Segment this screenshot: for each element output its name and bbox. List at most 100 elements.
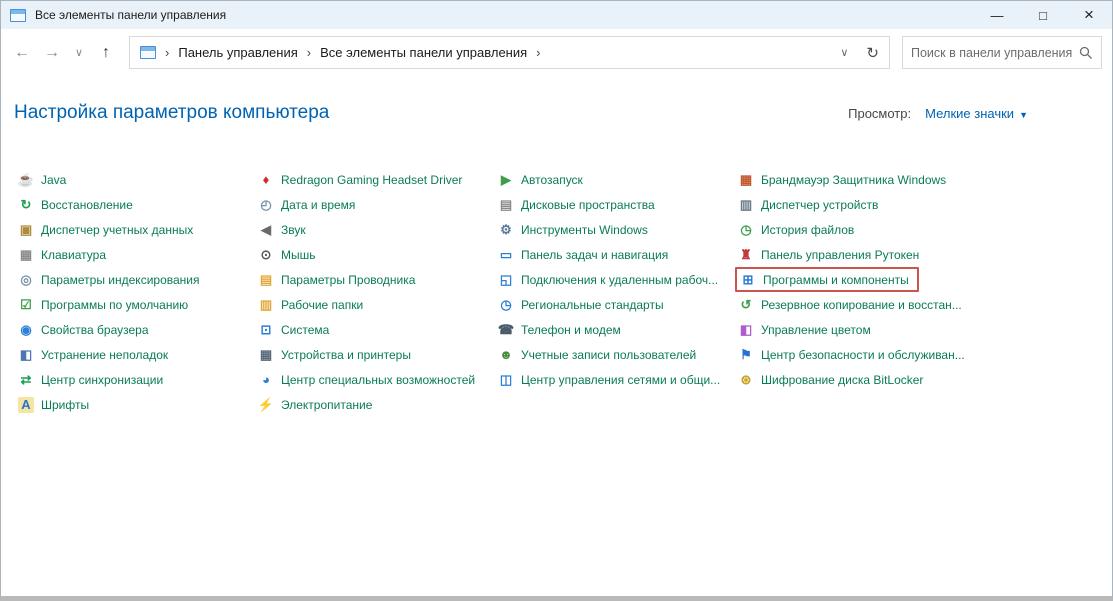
cp-item-credential-manager[interactable]: ▣Диспетчер учетных данных <box>15 217 201 242</box>
view-dropdown-icon[interactable]: ▼ <box>1019 110 1028 120</box>
cp-item-autoplay[interactable]: ▶ Автозапуск <box>495 167 591 192</box>
cp-item-windows-tools[interactable]: ⚙Инструменты Windows <box>495 217 656 242</box>
date-and-time-icon: ◴ <box>258 197 274 213</box>
autoplay-icon: ▶ <box>498 172 514 188</box>
cp-item-taskbar-and-navigation[interactable]: ▭ Панель задач и навигация <box>495 242 676 267</box>
cp-item-label: Шифрование диска BitLocker <box>761 373 923 387</box>
cp-item-file-history[interactable]: ◷История файлов <box>735 217 862 242</box>
power-options-icon: ⚡ <box>258 397 274 413</box>
search-box[interactable] <box>902 36 1102 69</box>
programs-and-features-icon: ⊞ <box>740 272 756 288</box>
cp-item-label: Резервное копирование и восстан... <box>761 298 962 312</box>
cp-item-label: Рабочие папки <box>281 298 363 312</box>
forward-icon[interactable]: → <box>37 38 67 68</box>
ease-of-access-center-icon: ◕ <box>258 372 274 388</box>
keyboard-icon: ▦ <box>18 247 34 263</box>
view-label: Просмотр: <box>848 106 911 121</box>
device-manager-icon: ▥ <box>738 197 754 213</box>
breadcrumb-all-items[interactable]: Все элементы панели управления <box>320 45 527 60</box>
crumb-separator-icon: › <box>165 45 169 60</box>
cp-item-date-and-time[interactable]: ◴Дата и время <box>255 192 363 217</box>
cp-item-windows-defender-firewall[interactable]: ▦Брандмауэр Защитника Windows <box>735 167 954 192</box>
cp-item-programs-and-features[interactable]: ⊞ Программы и компоненты <box>735 267 919 292</box>
maximize-button[interactable]: □ <box>1020 1 1066 29</box>
items-column: ▶ Автозапуск ▤Дисковые пространства⚙Инстру… <box>495 167 735 417</box>
cp-item-storage-spaces[interactable]: ▤Дисковые пространства <box>495 192 663 217</box>
back-icon[interactable]: ← <box>7 38 37 68</box>
view-value-link[interactable]: Мелкие значки <box>925 106 1014 121</box>
cp-item-region[interactable]: ◷Региональные стандарты <box>495 292 672 317</box>
taskbar-and-navigation-icon: ▭ <box>498 247 514 263</box>
cp-item-sound[interactable]: ◀Звук <box>255 217 314 242</box>
cp-item-remote-desktop-connections[interactable]: ◱Подключения к удаленным рабоч... <box>495 267 726 292</box>
cp-item-label: Центр специальных возможностей <box>281 373 475 387</box>
cp-item-power-options[interactable]: ⚡ Электропитание <box>255 392 380 417</box>
view-selector: Просмотр: Мелкие значки ▼ <box>848 106 1028 121</box>
work-folders-icon: ▥ <box>258 297 274 313</box>
cp-item-label: Восстановление <box>41 198 133 212</box>
search-icon <box>1079 46 1093 60</box>
sync-center-icon: ⇄ <box>18 372 34 388</box>
address-bar[interactable]: › Панель управления › Все элементы панел… <box>129 36 890 69</box>
cp-item-recovery[interactable]: ↻ Восстановление <box>15 192 141 217</box>
cp-item-devices-and-printers[interactable]: ▦Устройства и принтеры <box>255 342 419 367</box>
cp-item-label: Панель задач и навигация <box>521 248 668 262</box>
navigation-bar: ← → ∨ ↑ › Панель управления › Все элемен… <box>1 29 1112 76</box>
cp-item-color-management[interactable]: ◧Управление цветом <box>735 317 879 342</box>
cp-item-ease-of-access-center[interactable]: ◕ Центр специальных возможностей <box>255 367 483 392</box>
cp-item-file-explorer-options[interactable]: ▤Параметры Проводника <box>255 267 423 292</box>
cp-item-label: Java <box>41 173 66 187</box>
cp-item-network-and-sharing-center[interactable]: ◫Центр управления сетями и общи... <box>495 367 728 392</box>
cp-item-label: Центр синхронизации <box>41 373 163 387</box>
cp-item-security-and-maintenance[interactable]: ⚑ Центр безопасности и обслуживан... <box>735 342 973 367</box>
up-icon[interactable]: ↑ <box>91 38 121 68</box>
cp-item-troubleshooting[interactable]: ◧Устранение неполадок <box>15 342 176 367</box>
rutoken-control-panel-icon: ♜ <box>738 247 754 263</box>
refresh-icon[interactable]: ↻ <box>866 44 879 62</box>
backup-and-restore-icon: ↺ <box>738 297 754 313</box>
history-dropdown-icon[interactable]: ∨ <box>67 38 91 68</box>
cp-item-label: Свойства браузера <box>41 323 149 337</box>
cp-item-bitlocker-drive-encryption[interactable]: ⊛Шифрование диска BitLocker <box>735 367 931 392</box>
cp-item-phone-and-modem[interactable]: ☎ Телефон и модем <box>495 317 629 342</box>
titlebar: Все элементы панели управления — □ × <box>1 1 1112 29</box>
cp-item-label: Диспетчер устройств <box>761 198 878 212</box>
cp-item-label: Инструменты Windows <box>521 223 648 237</box>
cp-item-label: Автозапуск <box>521 173 583 187</box>
cp-item-fonts[interactable]: AШрифты <box>15 392 97 417</box>
security-and-maintenance-icon: ⚑ <box>738 347 754 363</box>
java-icon: ☕ <box>18 172 34 188</box>
cp-item-system[interactable]: ⊡Система <box>255 317 337 342</box>
cp-item-redragon-gaming-headset-driver[interactable]: ♦Redragon Gaming Headset Driver <box>255 167 470 192</box>
breadcrumb-control-panel-icon <box>140 46 156 59</box>
phone-and-modem-icon: ☎ <box>498 322 514 338</box>
items-column: ♦Redragon Gaming Headset Driver◴Дата и в… <box>255 167 495 417</box>
cp-item-label: Центр безопасности и обслуживан... <box>761 348 965 362</box>
cp-item-internet-options[interactable]: ◉Свойства браузера <box>15 317 157 342</box>
default-programs-icon: ☑ <box>18 297 34 313</box>
window-controls: — □ × <box>974 1 1112 29</box>
cp-item-sync-center[interactable]: ⇄ Центр синхронизации <box>15 367 171 392</box>
recovery-icon: ↻ <box>18 197 34 213</box>
cp-item-java[interactable]: ☕ Java <box>15 167 74 192</box>
cp-item-label: Устройства и принтеры <box>281 348 411 362</box>
cp-item-indexing-options[interactable]: ◎Параметры индексирования <box>15 267 207 292</box>
file-history-icon: ◷ <box>738 222 754 238</box>
breadcrumb-control-panel[interactable]: Панель управления <box>178 45 297 60</box>
minimize-button[interactable]: — <box>974 1 1020 29</box>
address-dropdown-icon[interactable]: ∨ <box>840 46 848 59</box>
cp-item-mouse[interactable]: ⊙Мышь <box>255 242 324 267</box>
cp-item-keyboard[interactable]: ▦Клавиатура <box>15 242 114 267</box>
cp-item-device-manager[interactable]: ▥ Диспетчер устройств <box>735 192 886 217</box>
cp-item-rutoken-control-panel[interactable]: ♜Панель управления Рутокен <box>735 242 927 267</box>
cp-item-label: Программы и компоненты <box>763 273 909 287</box>
cp-item-work-folders[interactable]: ▥ Рабочие папки <box>255 292 371 317</box>
cp-item-label: Электропитание <box>281 398 372 412</box>
cp-item-user-accounts[interactable]: ☻Учетные записи пользователей <box>495 342 704 367</box>
close-button[interactable]: × <box>1066 1 1112 29</box>
search-input[interactable] <box>911 46 1079 60</box>
cp-item-default-programs[interactable]: ☑Программы по умолчанию <box>15 292 196 317</box>
cp-item-label: Телефон и модем <box>521 323 621 337</box>
cp-item-backup-and-restore[interactable]: ↺ Резервное копирование и восстан... <box>735 292 970 317</box>
cp-item-label: Система <box>281 323 329 337</box>
